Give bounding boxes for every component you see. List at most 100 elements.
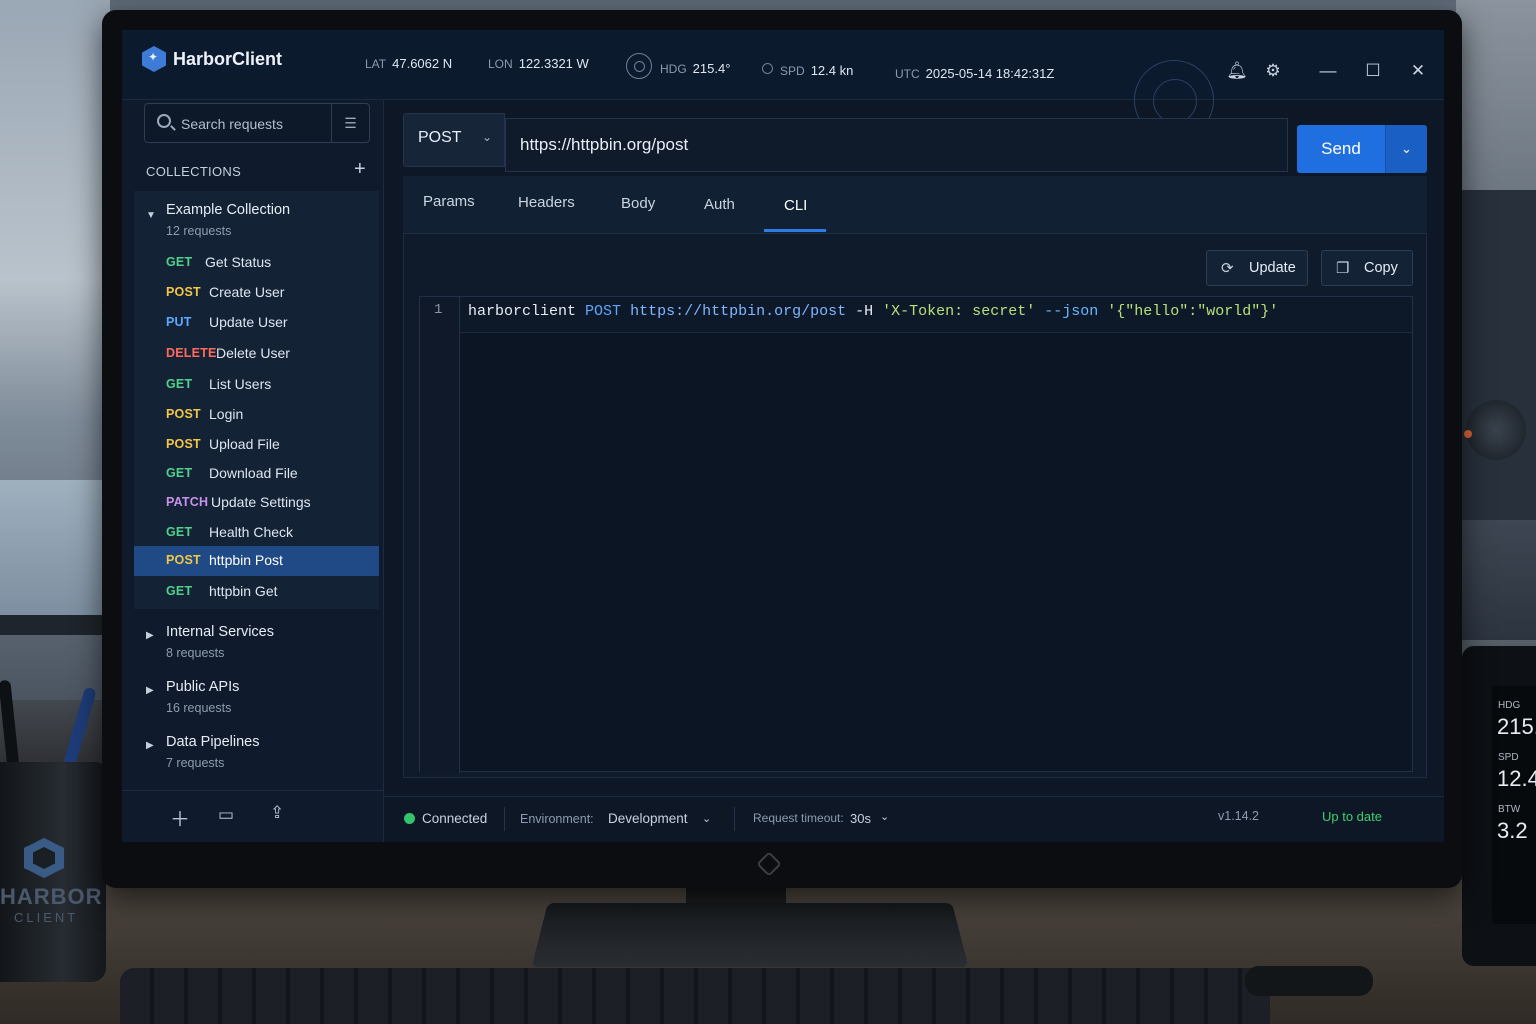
- mug-logo-icon: [24, 838, 64, 878]
- nav-lon: LON 122.3321 W: [488, 56, 589, 71]
- tab-params[interactable]: Params: [423, 193, 475, 210]
- collection-example[interactable]: ▼ Example Collection 12 requests: [134, 198, 379, 248]
- collection-name: Internal Services: [166, 624, 274, 640]
- cli-header-flag: -H: [855, 303, 873, 320]
- maximize-button[interactable]: ☐: [1360, 58, 1386, 84]
- request-item[interactable]: GET Get Status: [134, 248, 379, 278]
- chevron-down-icon[interactable]: ⌄: [880, 810, 889, 823]
- caret-right-icon: ▶: [146, 740, 154, 751]
- update-button[interactable]: ⟳ Update: [1206, 250, 1308, 286]
- request-method: GET: [166, 377, 192, 391]
- request-tabs: Params Headers Body Auth CLI: [403, 176, 1427, 234]
- nav-utc: UTC 2025-05-14 18:42:31Z: [895, 66, 1054, 81]
- add-icon[interactable]: ＋: [170, 803, 190, 832]
- url-input[interactable]: [505, 118, 1288, 172]
- environment-select[interactable]: Development: [608, 811, 688, 826]
- collection-public-apis[interactable]: ▶ Public APIs 16 requests: [134, 675, 379, 725]
- request-method: DELETE: [166, 346, 217, 360]
- request-item[interactable]: PUT Update User: [134, 308, 379, 338]
- collection-count: 12 requests: [166, 224, 231, 238]
- version-label: v1.14.2: [1218, 809, 1259, 823]
- request-item[interactable]: POST Login: [134, 400, 379, 430]
- instrument-btw-value: 3.2: [1497, 818, 1536, 844]
- panel-led: [1464, 430, 1472, 438]
- nav-lat-value: 47.6062 N: [392, 56, 452, 71]
- update-button-label: Update: [1249, 260, 1296, 276]
- cli-cmd: harborclient: [468, 303, 576, 320]
- cli-command: harborclient POST https://httpbin.org/po…: [468, 303, 1278, 320]
- line-number: 1: [434, 302, 442, 318]
- copy-icon: ❐: [1336, 259, 1349, 277]
- request-method: GET: [166, 466, 192, 480]
- mug-sub: CLIENT: [14, 910, 78, 925]
- collection-internal-services[interactable]: ▶ Internal Services 8 requests: [134, 620, 379, 670]
- refresh-icon: ⟳: [1221, 259, 1234, 277]
- app-window: HarborClient LAT47.6062 N LON122.3321 W …: [122, 30, 1444, 842]
- search-input[interactable]: [181, 113, 327, 135]
- chevron-down-icon[interactable]: ⌄: [702, 812, 711, 825]
- line-gutter: 1: [420, 297, 460, 773]
- send-button[interactable]: Send: [1297, 125, 1385, 173]
- folder-icon[interactable]: ▭: [218, 805, 234, 825]
- gear-icon[interactable]: ⚙: [1260, 58, 1286, 84]
- request-item[interactable]: GET Download File: [134, 459, 379, 489]
- instrument-spd-value: 12.4: [1497, 766, 1536, 792]
- nav-lat-label: LAT: [365, 57, 386, 71]
- request-name: httpbin Post: [209, 552, 283, 568]
- request-method: POST: [166, 553, 201, 567]
- nav-utc-value: 2025-05-14 18:42:31Z: [926, 66, 1055, 81]
- request-item[interactable]: DELETE Delete User: [134, 339, 379, 369]
- nav-spd-value: 12.4 kn: [811, 63, 854, 78]
- background-window: [0, 0, 110, 700]
- close-button[interactable]: ✕: [1405, 58, 1431, 84]
- nav-hdg-label: HDG: [660, 62, 687, 76]
- sidebar: ☰ COLLECTIONS + ▼ Example Collection 12 …: [122, 100, 384, 842]
- filter-icon[interactable]: ☰: [331, 104, 369, 142]
- tab-headers[interactable]: Headers: [518, 194, 575, 211]
- request-item[interactable]: GET List Users: [134, 370, 379, 400]
- request-item[interactable]: GET Health Check: [134, 518, 379, 548]
- collections-header: COLLECTIONS: [146, 164, 241, 179]
- chevron-down-icon: ⌄: [482, 130, 492, 144]
- nav-hdg: HDG 215.4°: [660, 61, 730, 76]
- export-icon[interactable]: ⇪: [270, 803, 284, 823]
- method-select-value: POST: [418, 129, 462, 147]
- request-item[interactable]: POST Create User: [134, 278, 379, 308]
- request-method: GET: [166, 255, 192, 269]
- timeout-select[interactable]: 30s: [850, 811, 871, 826]
- request-name: Health Check: [209, 524, 293, 540]
- add-collection-button[interactable]: +: [354, 158, 366, 181]
- mug-brand: HARBOR: [0, 884, 103, 910]
- request-item[interactable]: PATCH Update Settings: [134, 488, 379, 518]
- search-icon: [157, 114, 171, 128]
- copy-button-label: Copy: [1364, 260, 1398, 276]
- method-select[interactable]: POST ⌄: [403, 113, 505, 167]
- bell-icon[interactable]: 🔔︎: [1224, 58, 1250, 84]
- send-options-button[interactable]: ⌄: [1385, 125, 1427, 173]
- request-item[interactable]: POST Upload File: [134, 430, 379, 460]
- instrument-hdg-value: 215.: [1497, 714, 1536, 740]
- connection-status-dot: [404, 813, 415, 824]
- caret-down-icon: ▼: [146, 210, 156, 221]
- caret-right-icon: ▶: [146, 630, 154, 641]
- tab-auth[interactable]: Auth: [704, 196, 735, 213]
- connection-status: Connected: [422, 811, 487, 826]
- request-method: POST: [166, 407, 201, 421]
- request-item-active[interactable]: POST httpbin Post: [134, 546, 379, 576]
- update-status: Up to date: [1322, 809, 1382, 824]
- divider: [734, 807, 735, 831]
- tab-body[interactable]: Body: [621, 195, 655, 212]
- request-item[interactable]: GET httpbin Get: [134, 577, 379, 607]
- collection-count: 8 requests: [166, 646, 224, 660]
- minimize-button[interactable]: —: [1315, 58, 1341, 84]
- request-name: Upload File: [209, 436, 280, 452]
- cli-code-editor[interactable]: 1 harborclient POST https://httpbin.org/…: [419, 296, 1413, 772]
- request-method: GET: [166, 525, 192, 539]
- copy-button[interactable]: ❐ Copy: [1321, 250, 1413, 286]
- collection-count: 16 requests: [166, 701, 231, 715]
- request-name: Update Settings: [211, 494, 311, 510]
- cli-header-value: 'X-Token: secret': [882, 303, 1035, 320]
- tab-cli[interactable]: CLI: [784, 197, 807, 214]
- request-name: Get Status: [205, 254, 271, 270]
- collection-data-pipelines[interactable]: ▶ Data Pipelines 7 requests: [134, 730, 379, 780]
